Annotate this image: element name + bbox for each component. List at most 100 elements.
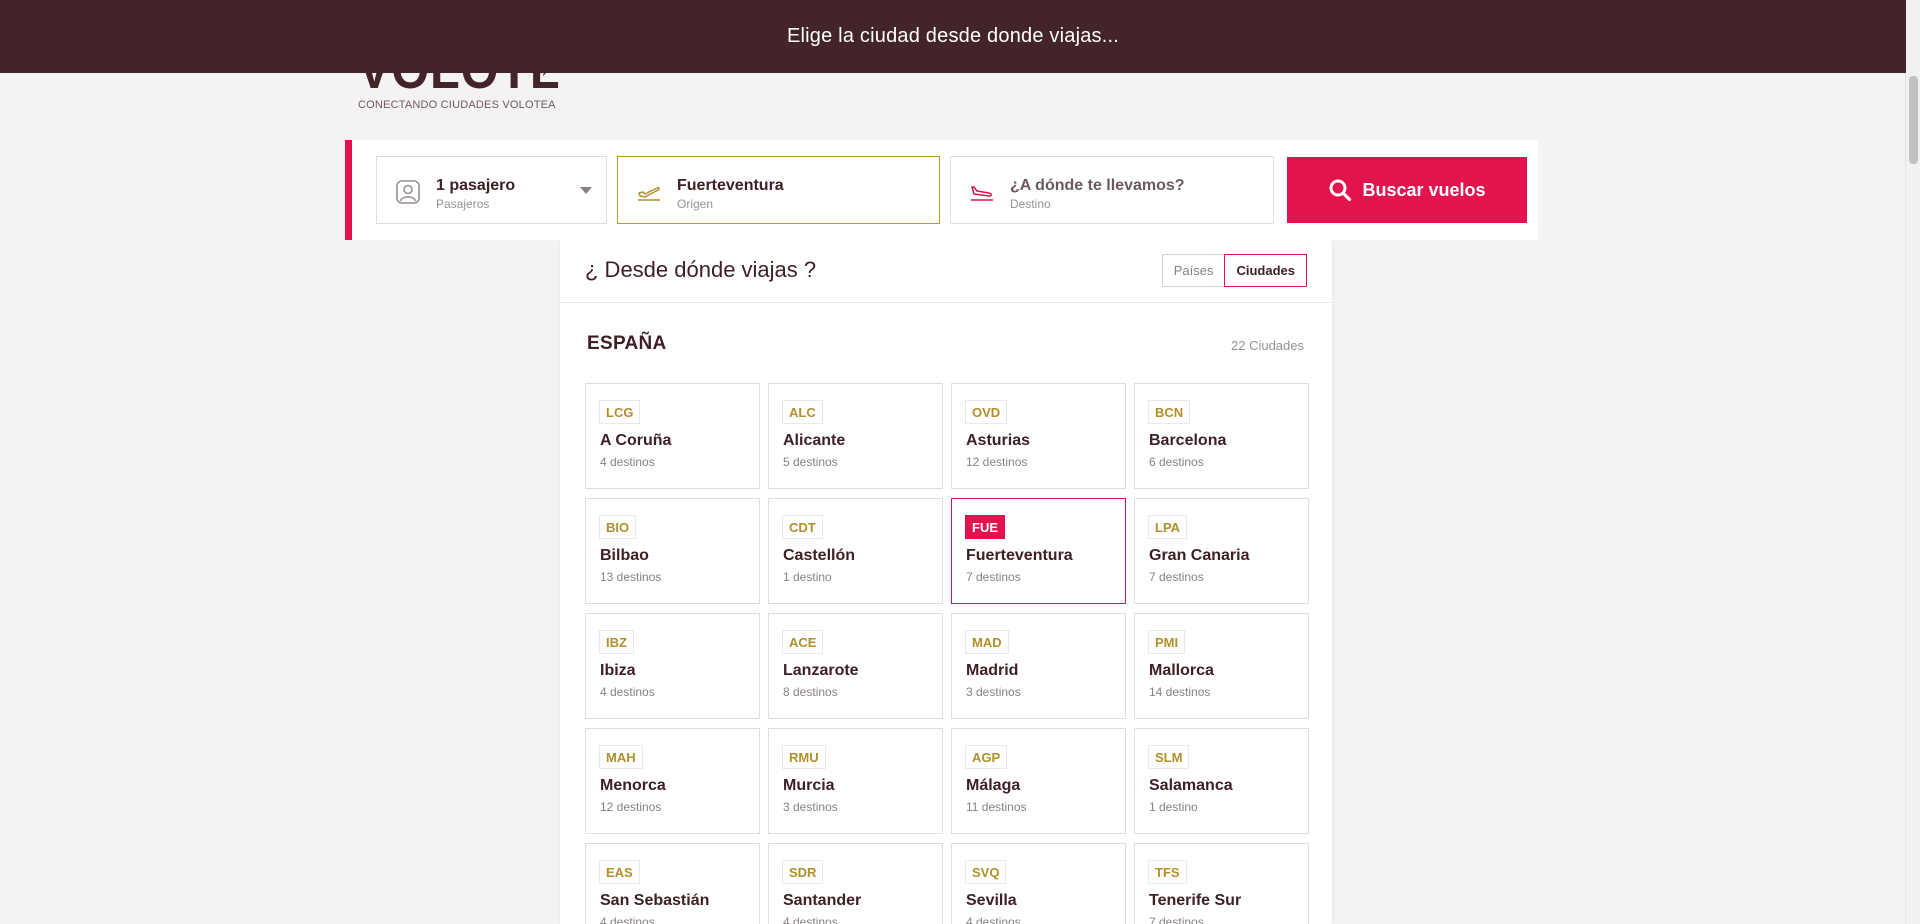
city-destination-count: 3 destinos	[783, 800, 838, 814]
city-code-badge: BCN	[1148, 400, 1191, 424]
city-name: Tenerife Sur	[1149, 892, 1242, 909]
city-card[interactable]: RMU Murcia 3 destinos	[768, 728, 943, 834]
city-card[interactable]: SVQ Sevilla 4 destinos	[951, 843, 1126, 924]
city-destination-count: 12 destinos	[966, 455, 1028, 469]
destination-field[interactable]: ¿A dónde te llevamos? Destino	[950, 156, 1274, 224]
origin-value: Fuerteventura	[677, 177, 784, 194]
city-code-badge: LCG	[599, 400, 641, 424]
city-code-badge: RMU	[782, 745, 826, 769]
city-name: Salamanca	[1149, 777, 1233, 794]
origin-dropdown: ¿ Desde dónde viajas ? Países Ciudades E…	[560, 240, 1332, 924]
city-name: Menorca	[600, 777, 666, 794]
city-code-badge: OVD	[965, 400, 1008, 424]
toggle-cities[interactable]: Ciudades	[1224, 254, 1307, 287]
city-name: Fuerteventura	[966, 547, 1073, 564]
city-destination-count: 4 destinos	[783, 915, 838, 924]
city-code-badge: IBZ	[599, 630, 634, 654]
city-destination-count: 4 destinos	[600, 685, 655, 699]
passengers-value: 1 pasajero	[436, 177, 516, 194]
city-card[interactable]: LPA Gran Canaria 7 destinos	[1134, 498, 1309, 604]
origin-label: Origen	[677, 197, 714, 211]
country-city-count: 22 Ciudades	[1231, 338, 1304, 353]
takeoff-icon	[638, 187, 660, 201]
search-button-label: Buscar vuelos	[1362, 179, 1486, 200]
passengers-label: Pasajeros	[436, 197, 490, 211]
city-card[interactable]: MAD Madrid 3 destinos	[951, 613, 1126, 719]
city-card[interactable]: ACE Lanzarote 8 destinos	[768, 613, 943, 719]
landing-icon	[971, 186, 993, 201]
city-code-badge: TFS	[1148, 860, 1187, 884]
city-name: Santander	[783, 892, 862, 909]
page-scrollbar[interactable]	[1905, 0, 1920, 924]
city-code-badge: MAD	[965, 630, 1009, 654]
city-destination-count: 7 destinos	[966, 570, 1021, 584]
search-icon	[1329, 179, 1352, 202]
city-card[interactable]: SLM Salamanca 1 destino	[1134, 728, 1309, 834]
scrollbar-thumb[interactable]	[1909, 76, 1918, 164]
city-name: Gran Canaria	[1149, 547, 1250, 564]
city-card[interactable]: LCG A Coruña 4 destinos	[585, 383, 760, 489]
city-card[interactable]: CDT Castellón 1 destino	[768, 498, 943, 604]
city-grid: LCG A Coruña 4 destinos ALC Alicante 5 destin…	[585, 383, 1309, 924]
city-name: Sevilla	[966, 892, 1017, 909]
city-name: Alicante	[783, 432, 846, 449]
toggle-countries[interactable]: Países	[1161, 254, 1225, 287]
city-destination-count: 5 destinos	[783, 455, 838, 469]
city-card[interactable]: TFS Tenerife Sur 7 destinos	[1134, 843, 1309, 924]
user-icon	[396, 180, 420, 204]
city-name: Murcia	[783, 777, 835, 794]
city-destination-count: 4 destinos	[966, 915, 1021, 924]
city-name: A Coruña	[600, 432, 672, 449]
city-destination-count: 13 destinos	[600, 570, 662, 584]
country-name: ESPAÑA	[587, 333, 667, 354]
city-code-badge: ACE	[782, 630, 824, 654]
city-code-badge: FUE	[965, 515, 1005, 539]
city-destination-count: 11 destinos	[966, 800, 1027, 814]
city-code-badge: MAH	[599, 745, 643, 769]
city-name: San Sebastián	[600, 892, 710, 909]
city-card[interactable]: SDR Santander 4 destinos	[768, 843, 943, 924]
city-name: Lanzarote	[783, 662, 859, 679]
city-card[interactable]: ALC Alicante 5 destinos	[768, 383, 943, 489]
city-card[interactable]: OVD Asturias 12 destinos	[951, 383, 1126, 489]
dropdown-header: ¿ Desde dónde viajas ? Países Ciudades	[560, 240, 1332, 303]
city-destination-count: 1 destino	[1149, 800, 1198, 814]
search-flights-button[interactable]: Buscar vuelos	[1287, 157, 1527, 223]
city-destination-count: 8 destinos	[783, 685, 838, 699]
city-code-badge: EAS	[599, 860, 640, 884]
city-code-badge: LPA	[1148, 515, 1188, 539]
city-card[interactable]: BIO Bilbao 13 destinos	[585, 498, 760, 604]
city-destination-count: 3 destinos	[966, 685, 1021, 699]
city-destination-count: 4 destinos	[600, 915, 655, 924]
city-card[interactable]: BCN Barcelona 6 destinos	[1134, 383, 1309, 489]
city-code-badge: SLM	[1148, 745, 1190, 769]
city-destination-count: 6 destinos	[1149, 455, 1204, 469]
city-name: Madrid	[966, 662, 1019, 679]
origin-field[interactable]: Fuerteventura Origen	[617, 156, 940, 224]
city-destination-count: 4 destinos	[600, 455, 655, 469]
destination-placeholder: ¿A dónde te llevamos?	[1010, 177, 1185, 194]
instruction-banner: Elige la ciudad desde donde viajas...	[0, 0, 1906, 73]
city-card[interactable]: PMI Mallorca 14 destinos	[1134, 613, 1309, 719]
view-toggle: Países Ciudades	[1161, 254, 1307, 287]
chevron-down-icon	[580, 187, 592, 194]
city-name: Bilbao	[600, 547, 649, 564]
destination-label: Destino	[1010, 197, 1051, 211]
city-destination-count: 7 destinos	[1149, 570, 1204, 584]
instruction-text: Elige la ciudad desde donde viajas...	[786, 25, 1120, 47]
city-destination-count: 14 destinos	[1149, 685, 1211, 699]
passengers-selector[interactable]: 1 pasajero Pasajeros	[376, 156, 607, 224]
city-code-badge: SVQ	[965, 860, 1007, 884]
city-destination-count: 12 destinos	[600, 800, 662, 814]
city-card[interactable]: MAH Menorca 12 destinos	[585, 728, 760, 834]
city-code-badge: PMI	[1148, 630, 1186, 654]
city-card[interactable]: FUE Fuerteventura 7 destinos	[951, 498, 1126, 604]
city-card[interactable]: AGP Málaga 11 destinos	[951, 728, 1126, 834]
city-card[interactable]: EAS San Sebastián 4 destinos	[585, 843, 760, 924]
city-code-badge: ALC	[782, 400, 823, 424]
city-name: Mallorca	[1149, 662, 1214, 679]
city-card[interactable]: IBZ Ibiza 4 destinos	[585, 613, 760, 719]
city-code-badge: AGP	[965, 745, 1008, 769]
city-name: Castellón	[783, 547, 856, 564]
city-name: Málaga	[966, 777, 1021, 794]
